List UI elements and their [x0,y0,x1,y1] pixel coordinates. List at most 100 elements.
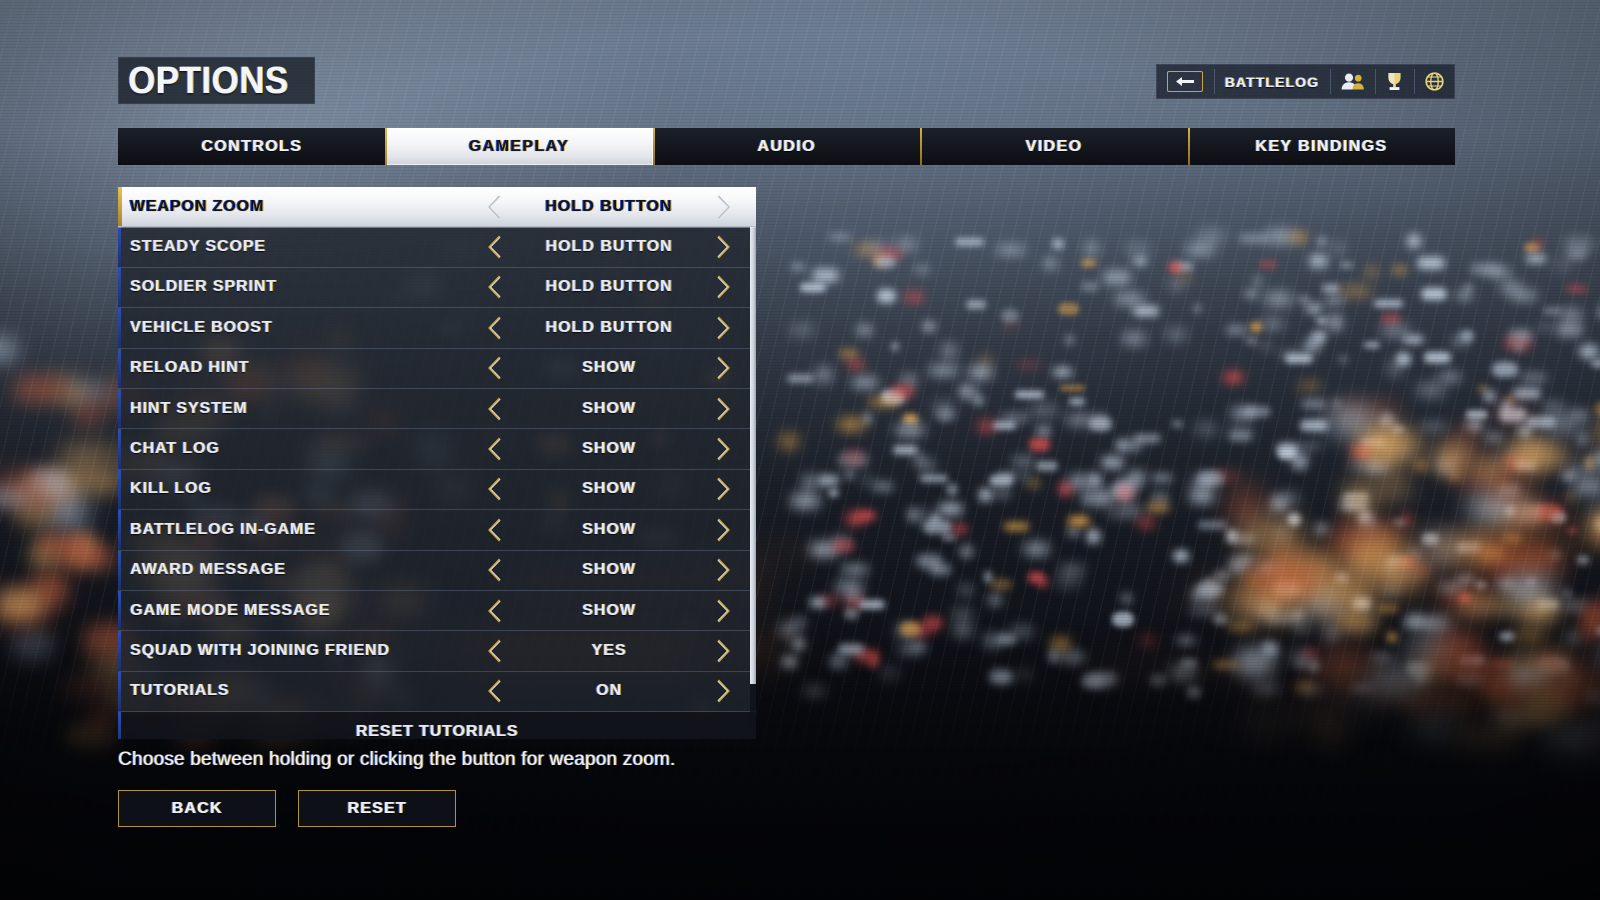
back-button[interactable]: BACK [118,790,276,827]
option-value: SHOW [582,359,636,377]
page-title: OPTIONS [118,57,315,104]
option-description: Choose between holding or clicking the b… [118,749,676,770]
chevron-left-icon[interactable] [478,275,510,299]
option-value-stepper: SHOW [478,518,756,542]
reset-tutorials-button[interactable]: RESET TUTORIALS [118,712,756,739]
battlelog-button[interactable]: BATTLELOG [1213,64,1330,99]
option-value-stepper: SHOW [478,356,756,380]
chevron-left-icon[interactable] [478,316,510,340]
region-button[interactable] [1414,64,1455,99]
tab-label: AUDIO [757,137,816,155]
option-row[interactable]: WEAPON ZOOM HOLD BUTTON [118,187,756,228]
option-row[interactable]: HINT SYSTEM SHOW [118,388,756,430]
tab-label: GAMEPLAY [468,137,570,155]
chevron-right-icon[interactable] [708,275,740,299]
top-right-toolbar: BATTLELOG [1155,64,1455,99]
option-value-stepper: SHOW [478,599,756,623]
option-value-stepper: SHOW [478,558,756,582]
option-label: SQUAD WITH JOINING FRIEND [130,641,390,659]
options-list: WEAPON ZOOM HOLD BUTTON STEADY SCOPE HOL… [118,187,756,739]
friends-button[interactable] [1330,64,1375,99]
awards-button[interactable] [1375,64,1414,99]
option-row[interactable]: STEADY SCOPE HOLD BUTTON [118,227,756,268]
option-row[interactable]: CHAT LOG SHOW [118,429,756,470]
options-tab-bar: CONTROLS GAMEPLAY AUDIO VIDEO KEY BINDINGS [118,128,1456,165]
option-row[interactable]: AWARD MESSAGE SHOW [118,550,756,591]
option-row[interactable]: VEHICLE BOOST HOLD BUTTON [118,308,756,349]
option-value-stepper: SHOW [478,477,756,501]
option-label: CHAT LOG [130,440,220,458]
option-value: SHOW [582,520,636,538]
tab-video[interactable]: VIDEO [920,128,1188,165]
tab-gameplay[interactable]: GAMEPLAY [385,128,653,165]
chevron-right-icon[interactable] [708,477,740,501]
tab-key-bindings[interactable]: KEY BINDINGS [1187,128,1456,165]
chevron-left-icon[interactable] [478,679,510,703]
tab-controls[interactable]: CONTROLS [118,128,386,165]
tab-audio[interactable]: AUDIO [652,128,921,165]
page-title-label: OPTIONS [128,59,289,102]
option-value-stepper: HOLD BUTTON [478,275,756,299]
option-value-stepper: HOLD BUTTON [478,195,756,219]
option-row[interactable]: SOLDIER SPRINT HOLD BUTTON [118,267,756,309]
reset-button[interactable]: RESET [298,790,456,827]
option-label: VEHICLE BOOST [130,318,273,336]
chevron-left-icon[interactable] [478,477,510,501]
option-value: SHOW [582,601,636,619]
friends-icon [1341,73,1364,90]
chevron-left-icon[interactable] [478,397,510,421]
option-value: HOLD BUTTON [545,278,673,296]
scrollbar-thumb[interactable] [750,187,756,684]
option-value-stepper: ON [478,679,756,703]
chevron-right-icon[interactable] [708,195,740,219]
option-label: TUTORIALS [130,682,230,700]
chevron-right-icon[interactable] [708,235,740,259]
option-value-stepper: SHOW [478,397,756,421]
button-label: BACK [171,799,223,817]
option-label: WEAPON ZOOM [130,197,265,215]
option-label: RELOAD HINT [130,359,250,377]
chevron-left-icon[interactable] [478,437,510,461]
back-button[interactable] [1156,64,1214,99]
option-value-stepper: YES [478,639,756,663]
chevron-left-icon[interactable] [478,558,510,582]
chevron-left-icon[interactable] [478,195,510,219]
tab-label: CONTROLS [201,137,303,155]
chevron-right-icon[interactable] [708,437,740,461]
option-row[interactable]: KILL LOG SHOW [118,469,756,511]
chevron-left-icon[interactable] [478,235,510,259]
options-list-scrollbar[interactable] [750,187,756,739]
chevron-left-icon[interactable] [478,356,510,380]
option-value-stepper: SHOW [478,437,756,461]
chevron-right-icon[interactable] [708,639,740,663]
chevron-left-icon[interactable] [478,599,510,623]
option-value-stepper: HOLD BUTTON [478,316,756,340]
chevron-left-icon[interactable] [478,639,510,663]
option-row[interactable]: RELOAD HINT SHOW [118,348,756,389]
chevron-left-icon[interactable] [478,518,510,542]
chevron-right-icon[interactable] [708,599,740,623]
chevron-right-icon[interactable] [708,518,740,542]
option-label: KILL LOG [130,480,212,498]
option-value: SHOW [582,440,636,458]
reset-tutorials-label: RESET TUTORIALS [355,722,519,739]
trophy-icon [1386,72,1403,91]
chevron-right-icon[interactable] [708,316,740,340]
option-value: SHOW [582,561,636,579]
option-value: HOLD BUTTON [545,318,673,336]
option-row[interactable]: BATTLELOG IN-GAME SHOW [118,510,756,551]
button-label: RESET [347,799,407,817]
option-row[interactable]: SQUAD WITH JOINING FRIEND YES [118,631,756,672]
option-row[interactable]: TUTORIALS ON [118,671,756,713]
option-value: SHOW [582,480,636,498]
chevron-right-icon[interactable] [708,558,740,582]
globe-icon [1425,72,1444,91]
chevron-right-icon[interactable] [708,397,740,421]
option-label: STEADY SCOPE [130,238,266,256]
chevron-right-icon[interactable] [708,356,740,380]
chevron-right-icon[interactable] [708,679,740,703]
option-label: SOLDIER SPRINT [130,278,277,296]
back-arrow-icon [1166,71,1203,92]
option-row[interactable]: GAME MODE MESSAGE SHOW [118,590,756,632]
option-label: GAME MODE MESSAGE [130,601,331,619]
